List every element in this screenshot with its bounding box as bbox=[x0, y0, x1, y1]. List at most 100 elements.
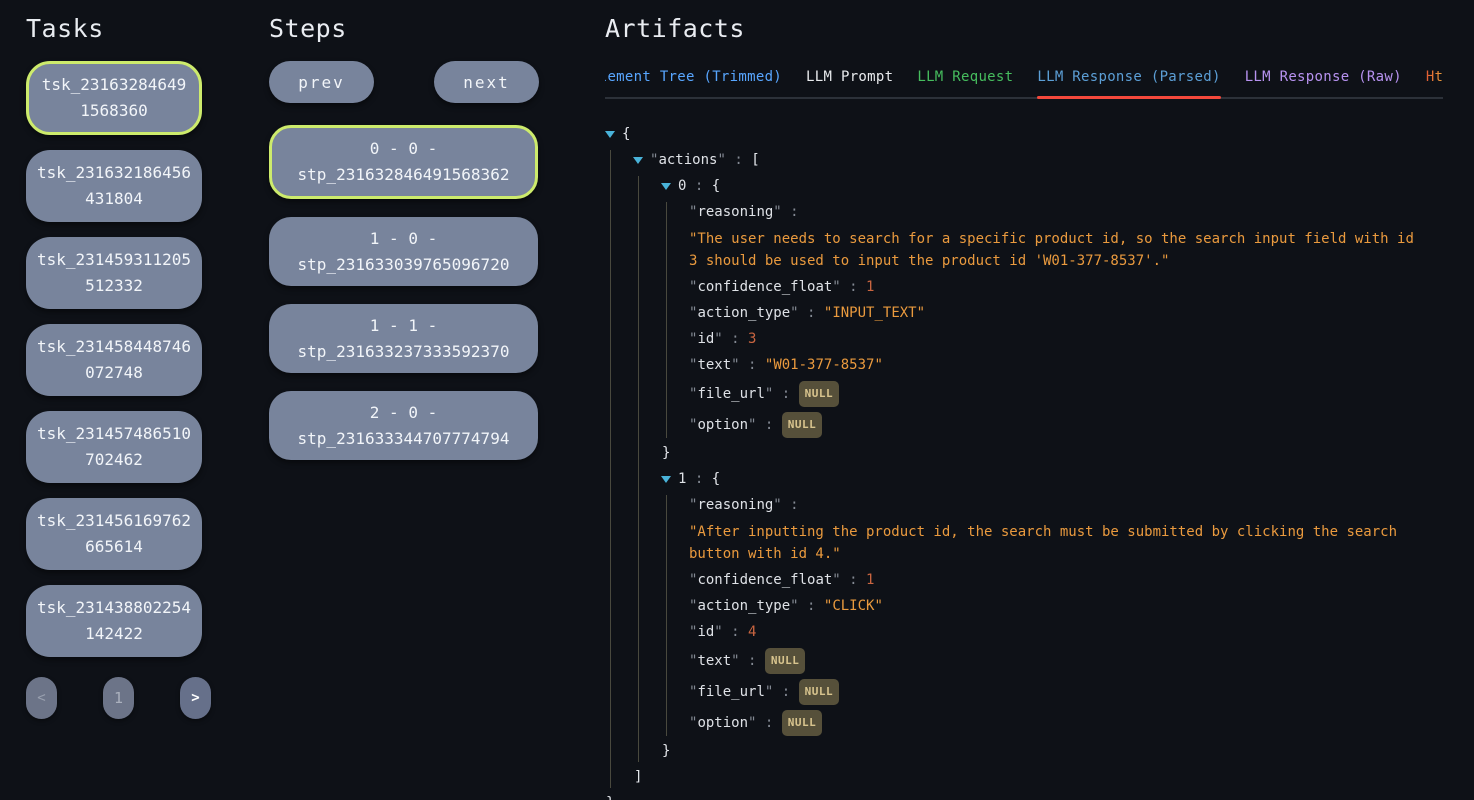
task-button[interactable]: tsk_231632186456431804 bbox=[26, 150, 202, 222]
task-button[interactable]: tsk_231458448746072748 bbox=[26, 324, 202, 396]
collapse-caret-icon[interactable] bbox=[661, 476, 671, 483]
json-colon: : bbox=[841, 279, 866, 295]
json-row: "action_type" : "CLICK" bbox=[689, 596, 1443, 617]
steps-prev-button[interactable]: prev bbox=[269, 61, 374, 103]
step-button[interactable]: 0 - 0 - stp_231632846491568362 bbox=[269, 125, 538, 199]
steps-panel: Steps prev next 0 - 0 - stp_231632846491… bbox=[269, 0, 539, 800]
json-quote: " bbox=[731, 653, 739, 669]
json-key: id bbox=[697, 331, 714, 347]
task-button[interactable]: tsk_231438802254142422 bbox=[26, 585, 202, 657]
json-viewer: {"actions" : [0 : {"reasoning" :"The use… bbox=[605, 99, 1443, 800]
json-string-value: "W01-377-8537" bbox=[765, 357, 883, 373]
tasks-next-page-button[interactable]: > bbox=[180, 677, 211, 719]
json-quote: " bbox=[714, 331, 722, 347]
json-null-badge: NULL bbox=[799, 679, 840, 705]
json-brace: { bbox=[712, 178, 720, 194]
tab-llm-prompt[interactable]: LLM Prompt bbox=[806, 61, 893, 97]
json-row: "reasoning" : bbox=[689, 495, 1443, 516]
step-button-label: 2 - 0 - stp_231633344707774794 bbox=[279, 400, 528, 452]
tasks-page-number-button[interactable]: 1 bbox=[103, 677, 134, 719]
json-row: "id" : 3 bbox=[689, 329, 1443, 350]
json-colon: : bbox=[782, 497, 799, 513]
json-key: id bbox=[697, 624, 714, 640]
json-number-value: 1 bbox=[866, 572, 874, 588]
json-key: option bbox=[697, 715, 748, 731]
json-quote: " bbox=[731, 357, 739, 373]
tab-llm-response-raw[interactable]: LLM Response (Raw) bbox=[1245, 61, 1402, 97]
json-colon: : bbox=[799, 305, 824, 321]
json-row: 0 : { bbox=[661, 176, 1443, 197]
task-button[interactable]: tsk_231632846491568360 bbox=[26, 61, 202, 135]
json-row: "text" : NULL bbox=[689, 648, 1443, 674]
json-key: actions bbox=[658, 152, 717, 168]
tasks-pagination: < 1 > bbox=[26, 677, 211, 719]
tab-element-tree-trimmed[interactable]: Element Tree (Trimmed) bbox=[605, 61, 782, 97]
tasks-prev-page-button[interactable]: < bbox=[26, 677, 57, 719]
json-row: } bbox=[605, 793, 1443, 800]
json-key: text bbox=[697, 357, 731, 373]
artifacts-panel: Artifacts Element Tree (Trimmed) LLM Prom… bbox=[605, 0, 1474, 800]
json-colon: : bbox=[756, 417, 781, 433]
steps-nav: prev next bbox=[269, 61, 539, 103]
json-children: 0 : {"reasoning" :"The user needs to sea… bbox=[638, 176, 1443, 762]
json-null-badge: NULL bbox=[782, 710, 823, 736]
json-row: "text" : "W01-377-8537" bbox=[689, 355, 1443, 376]
step-button[interactable]: 2 - 0 - stp_231633344707774794 bbox=[269, 391, 538, 460]
json-string-value: "The user needs to search for a specific… bbox=[689, 228, 1424, 272]
json-brace: { bbox=[622, 126, 630, 142]
collapse-caret-icon[interactable] bbox=[633, 157, 643, 164]
steps-next-button[interactable]: next bbox=[434, 61, 539, 103]
json-row: "reasoning" : bbox=[689, 202, 1443, 223]
step-button[interactable]: 1 - 0 - stp_231633039765096720 bbox=[269, 217, 538, 286]
json-brace: ] bbox=[634, 769, 642, 785]
json-row: "file_url" : NULL bbox=[689, 679, 1443, 705]
json-number-value: 4 bbox=[748, 624, 756, 640]
json-colon: : bbox=[799, 598, 824, 614]
task-button[interactable]: tsk_231456169762665614 bbox=[26, 498, 202, 570]
json-quote: " bbox=[790, 305, 798, 321]
collapse-caret-icon[interactable] bbox=[605, 131, 615, 138]
json-row: "actions" : [ bbox=[633, 150, 1443, 171]
json-row: "confidence_float" : 1 bbox=[689, 277, 1443, 298]
collapse-caret-icon[interactable] bbox=[661, 183, 671, 190]
json-colon: : bbox=[686, 178, 711, 194]
json-string-value: "After inputting the product id, the sea… bbox=[689, 521, 1424, 565]
json-row: "action_type" : "INPUT_TEXT" bbox=[689, 303, 1443, 324]
json-children: "reasoning" :"After inputting the produc… bbox=[666, 495, 1443, 736]
json-key: action_type bbox=[697, 305, 790, 321]
json-key: action_type bbox=[697, 598, 790, 614]
json-row: "file_url" : NULL bbox=[689, 381, 1443, 407]
json-string-value: "CLICK" bbox=[824, 598, 883, 614]
json-quote: " bbox=[832, 572, 840, 588]
task-button[interactable]: tsk_231457486510702462 bbox=[26, 411, 202, 483]
json-children: "actions" : [0 : {"reasoning" :"The user… bbox=[610, 150, 1443, 788]
json-number-value: 1 bbox=[866, 279, 874, 295]
tab-llm-response-parsed[interactable]: LLM Response (Parsed) bbox=[1037, 61, 1220, 97]
json-row: "The user needs to search for a specific… bbox=[689, 228, 1443, 272]
json-colon: : bbox=[740, 653, 765, 669]
json-key: text bbox=[697, 653, 731, 669]
json-key: file_url bbox=[697, 684, 764, 700]
tab-html-raw[interactable]: Html (Raw) bbox=[1426, 61, 1443, 97]
json-string-value: "INPUT_TEXT" bbox=[824, 305, 925, 321]
json-row: "id" : 4 bbox=[689, 622, 1443, 643]
json-quote: " bbox=[714, 624, 722, 640]
tasks-title: Tasks bbox=[26, 14, 211, 43]
json-key: option bbox=[697, 417, 748, 433]
json-brace: } bbox=[662, 743, 670, 759]
json-number-value: 3 bbox=[748, 331, 756, 347]
tab-llm-request[interactable]: LLM Request bbox=[917, 61, 1013, 97]
json-row: } bbox=[661, 443, 1443, 464]
task-button[interactable]: tsk_231459311205512332 bbox=[26, 237, 202, 309]
json-row: ] bbox=[633, 767, 1443, 788]
json-row: { bbox=[605, 124, 1443, 145]
json-key: reasoning bbox=[697, 204, 773, 220]
json-row: 1 : { bbox=[661, 469, 1443, 490]
json-key: reasoning bbox=[697, 497, 773, 513]
artifacts-title: Artifacts bbox=[605, 14, 1443, 43]
step-button[interactable]: 1 - 1 - stp_231633237333592370 bbox=[269, 304, 538, 373]
json-brace: [ bbox=[751, 152, 759, 168]
json-row: "After inputting the product id, the sea… bbox=[689, 521, 1443, 565]
tasks-panel: Tasks tsk_231632846491568360 tsk_23163218… bbox=[26, 0, 211, 800]
json-colon: : bbox=[723, 624, 748, 640]
